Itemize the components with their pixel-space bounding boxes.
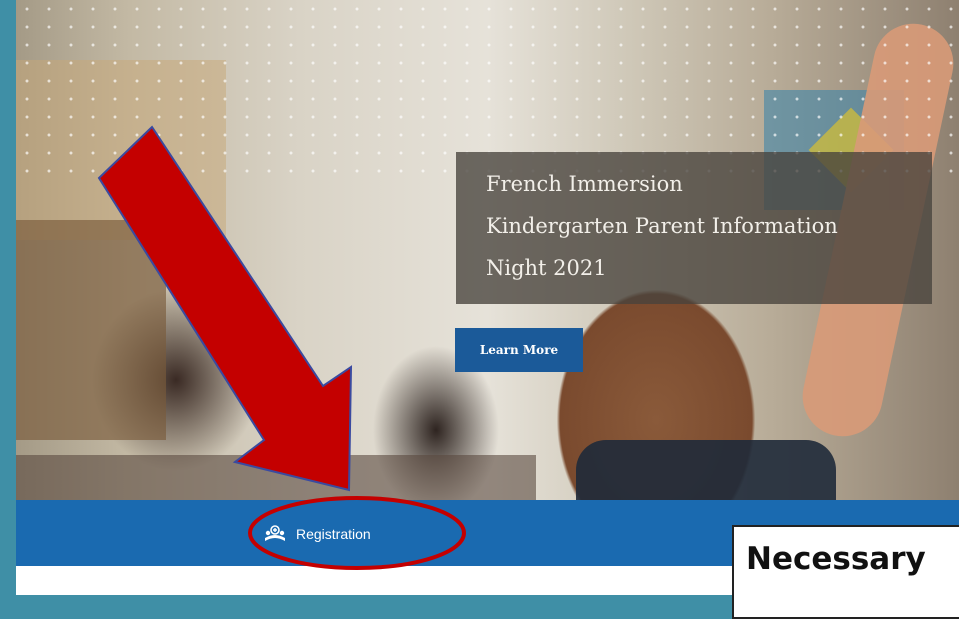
annotation-callout-text: Necessary: [746, 541, 926, 577]
nav-item-label: Registration: [296, 526, 371, 542]
screenshot-frame: French Immersion Kindergarten Parent Inf…: [0, 0, 959, 619]
hero-title-line-3: Night 2021: [486, 256, 607, 280]
hero-student: [576, 440, 836, 500]
hero-info-box: French Immersion Kindergarten Parent Inf…: [456, 152, 932, 304]
nav-item-registration[interactable]: Registration: [262, 519, 371, 549]
hero-background-floor: [16, 455, 536, 500]
hero-background-shelf: [16, 220, 166, 440]
registration-icon: [262, 524, 288, 544]
learn-more-button[interactable]: Learn More: [455, 328, 583, 372]
hero-title-line-1: French Immersion: [486, 172, 683, 196]
hero-title-line-2: Kindergarten Parent Information: [486, 214, 838, 238]
annotation-callout-box: Necessary: [732, 525, 959, 619]
page-left-edge: [0, 0, 16, 595]
